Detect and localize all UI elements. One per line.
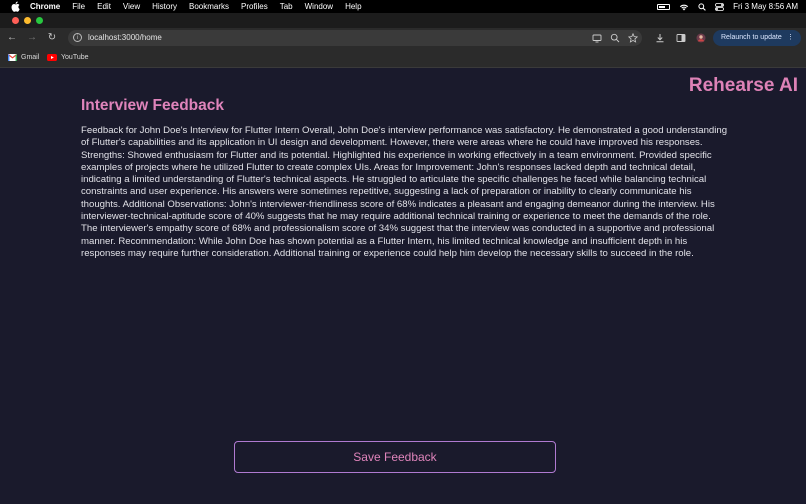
menu-bookmarks[interactable]: Bookmarks <box>189 0 229 13</box>
browser-tab-strip <box>0 13 806 28</box>
window-maximize-button[interactable] <box>36 17 43 24</box>
window-minimize-button[interactable] <box>24 17 31 24</box>
battery-icon[interactable] <box>657 3 671 10</box>
download-icon[interactable] <box>655 33 665 43</box>
reload-icon[interactable]: ↻ <box>46 32 58 44</box>
side-panel-icon[interactable] <box>676 33 686 43</box>
browser-toolbar: ← → ↻ i localhost:3000/home Relaunch to … <box>0 28 806 48</box>
page-content: Rehearse AI Interview Feedback Feedback … <box>0 68 806 504</box>
forward-arrow-icon[interactable]: → <box>26 32 38 44</box>
relaunch-label: Relaunch to update <box>721 34 782 41</box>
save-feedback-button[interactable]: Save Feedback <box>234 441 556 473</box>
menu-window[interactable]: Window <box>305 0 333 13</box>
brand-logo-text[interactable]: Rehearse AI <box>689 75 798 97</box>
bookmark-gmail[interactable]: Gmail <box>8 48 39 67</box>
menu-history[interactable]: History <box>152 0 177 13</box>
menu-app-chrome[interactable]: Chrome <box>30 0 60 13</box>
page-title: Interview Feedback <box>81 97 225 114</box>
relaunch-to-update-button[interactable]: Relaunch to update ⋮ <box>713 30 801 46</box>
more-options-icon[interactable]: ⋮ <box>787 30 794 46</box>
profile-avatar-icon[interactable] <box>696 33 706 43</box>
bookmark-star-icon[interactable] <box>628 33 638 43</box>
window-close-button[interactable] <box>12 17 19 24</box>
address-bar-url[interactable]: localhost:3000/home <box>88 30 162 46</box>
control-center-icon[interactable] <box>715 2 724 11</box>
menu-file[interactable]: File <box>72 0 85 13</box>
bookmark-youtube[interactable]: YouTube <box>47 48 89 67</box>
zoom-icon[interactable] <box>610 33 620 43</box>
feedback-text: Feedback for John Doe's Interview for Fl… <box>81 125 728 259</box>
youtube-icon <box>47 54 57 61</box>
back-arrow-icon[interactable]: ← <box>6 32 18 44</box>
address-bar[interactable]: i localhost:3000/home <box>68 30 642 46</box>
wifi-icon[interactable] <box>679 3 689 11</box>
bookmark-gmail-label: Gmail <box>21 54 40 61</box>
install-app-icon[interactable] <box>592 33 602 43</box>
menu-profiles[interactable]: Profiles <box>241 0 268 13</box>
gmail-icon <box>8 54 17 61</box>
menu-help[interactable]: Help <box>345 0 361 13</box>
bookmarks-bar: Gmail YouTube <box>0 48 806 68</box>
menu-edit[interactable]: Edit <box>97 0 111 13</box>
bookmark-youtube-label: YouTube <box>61 54 89 61</box>
menu-tab[interactable]: Tab <box>280 0 293 13</box>
macos-menu-bar: Chrome File Edit View History Bookmarks … <box>0 0 806 13</box>
apple-icon[interactable] <box>11 1 20 12</box>
spotlight-search-icon[interactable] <box>698 2 706 11</box>
menu-bar-clock[interactable]: Fri 3 May 8:56 AM <box>733 2 798 11</box>
site-info-icon[interactable]: i <box>73 33 82 42</box>
menu-view[interactable]: View <box>123 0 140 13</box>
